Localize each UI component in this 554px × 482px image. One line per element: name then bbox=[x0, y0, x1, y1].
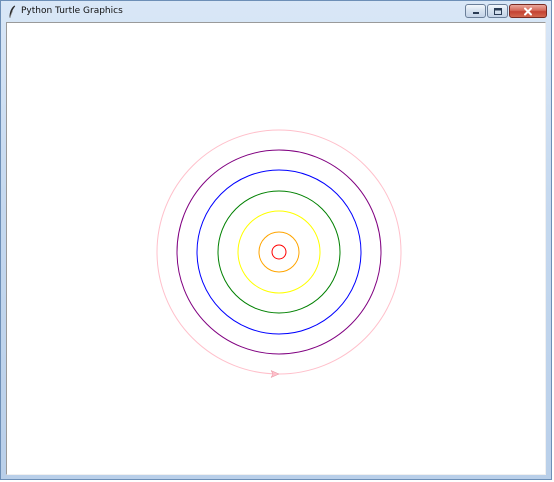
maximize-icon bbox=[493, 7, 502, 15]
feather-icon[interactable] bbox=[7, 4, 17, 18]
ring-5 bbox=[196, 169, 362, 335]
close-icon bbox=[524, 7, 532, 15]
window-title: Python Turtle Graphics bbox=[21, 6, 123, 16]
ring-3 bbox=[237, 210, 321, 294]
ring-6 bbox=[176, 149, 382, 355]
ring-1 bbox=[271, 244, 287, 260]
minimize-icon bbox=[472, 12, 479, 14]
minimize-button[interactable] bbox=[465, 4, 486, 18]
ring-4 bbox=[217, 190, 341, 314]
close-button[interactable] bbox=[509, 4, 547, 18]
ring-7 bbox=[156, 129, 402, 375]
maximize-button[interactable] bbox=[487, 4, 508, 18]
turtle-canvas[interactable] bbox=[6, 22, 546, 475]
ring-2 bbox=[258, 231, 300, 273]
turtle-drawing bbox=[156, 129, 402, 379]
turtle-window: Python Turtle Graphics bbox=[0, 0, 552, 480]
window-controls bbox=[465, 4, 547, 18]
title-bar[interactable]: Python Turtle Graphics bbox=[1, 1, 551, 21]
